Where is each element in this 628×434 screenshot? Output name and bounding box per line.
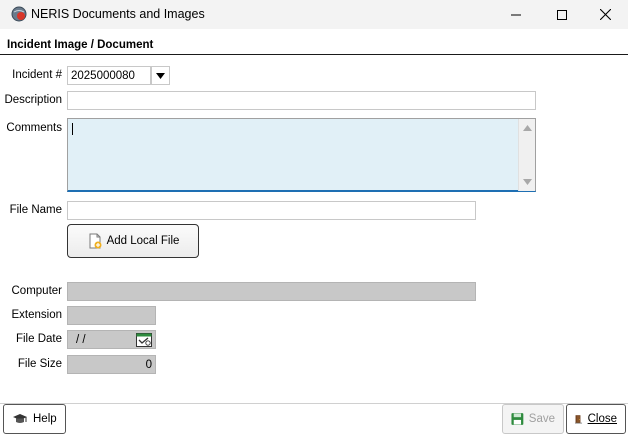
incident-number-field[interactable]: 2025000080: [67, 66, 151, 85]
add-local-file-button[interactable]: Add Local File: [67, 224, 199, 258]
maximize-button[interactable]: [539, 0, 585, 29]
file-name-label: File Name: [9, 204, 62, 216]
computer-label: Computer: [11, 285, 63, 297]
door-exit-icon: [575, 415, 583, 424]
add-file-icon: [89, 233, 102, 249]
file-date-label: File Date: [15, 333, 62, 345]
window-title: NERIS Documents and Images: [31, 7, 205, 21]
maximize-icon: [557, 9, 567, 20]
app-globe-icon: [11, 6, 27, 22]
close-icon: [599, 9, 611, 20]
save-button[interactable]: Save: [502, 404, 564, 434]
computer-field: [67, 282, 476, 301]
save-icon: [511, 413, 524, 425]
description-input[interactable]: [67, 91, 536, 110]
close-label: Close: [587, 413, 617, 425]
minimize-button[interactable]: [493, 0, 539, 29]
close-button[interactable]: Close: [566, 404, 626, 434]
save-label: Save: [528, 413, 555, 425]
description-label: Description: [4, 94, 62, 106]
incident-dropdown-button[interactable]: [151, 66, 170, 85]
file-size-label: File Size: [17, 358, 62, 370]
file-size-field: 0: [67, 355, 156, 374]
scroll-down-icon[interactable]: [523, 179, 532, 185]
minimize-icon: [511, 14, 521, 15]
calendar-icon: [136, 333, 152, 347]
section-title: Incident Image / Document: [7, 39, 154, 51]
extension-label: Extension: [11, 309, 62, 321]
text-caret: [72, 123, 73, 135]
comments-label: Comments: [6, 122, 62, 134]
graduation-cap-icon: [13, 414, 27, 423]
chevron-down-icon: [156, 72, 165, 79]
help-label: Help: [33, 413, 57, 425]
comments-textarea[interactable]: [67, 118, 536, 192]
add-local-file-label: Add Local File: [106, 235, 180, 247]
close-window-button[interactable]: [582, 0, 628, 29]
help-button[interactable]: Help: [3, 404, 66, 434]
title-bar[interactable]: NERIS Documents and Images: [0, 0, 628, 29]
section-divider: [0, 54, 628, 55]
file-name-input[interactable]: [67, 201, 476, 220]
incident-label: Incident #: [12, 69, 62, 81]
extension-field: [67, 306, 156, 325]
scroll-up-icon[interactable]: [523, 125, 532, 131]
calendar-button[interactable]: [134, 331, 154, 348]
comments-scrollbar[interactable]: [518, 119, 535, 191]
